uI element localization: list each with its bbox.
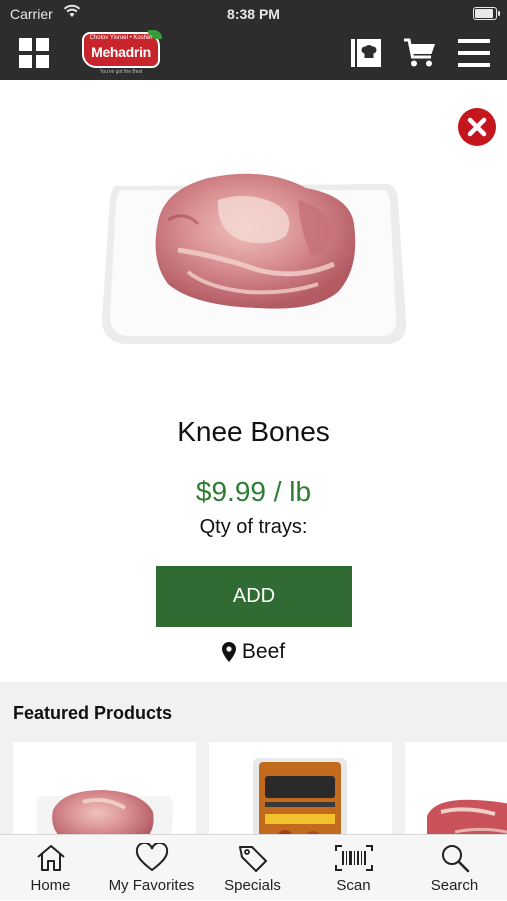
close-icon [467,117,487,137]
menu-icon[interactable] [458,38,490,68]
featured-product-card[interactable] [405,742,507,834]
featured-product-card[interactable] [13,742,196,834]
bottom-tab-bar: Home My Favorites Specials Scan Search [0,834,507,900]
heart-icon [135,843,168,872]
tab-specials[interactable]: Specials [202,835,303,901]
qty-label: Qty of trays: [199,516,308,538]
logo-tagline-top: Cholov Yisroel • Kosher [89,35,153,41]
tab-specials-label: Specials [224,877,281,894]
tab-scan[interactable]: Scan [303,835,404,901]
close-button[interactable] [458,108,496,146]
home-icon [36,845,65,871]
tab-home-label: Home [30,877,71,894]
barcode-icon [334,845,373,871]
add-button[interactable]: ADD [156,566,352,627]
product-thumbnail [427,799,507,834]
tab-my-favorites-label: My Favorites [108,877,195,894]
product-price: $9.99 / lb [195,476,312,507]
tab-my-favorites[interactable]: My Favorites [101,835,202,901]
mehadrin-logo[interactable]: Cholov Yisroel • Kosher Mehadrin You've … [82,30,162,76]
logo-tagline-bottom: You've got the Best [99,69,143,75]
cart-icon[interactable] [403,37,437,69]
grid-icon[interactable] [19,38,49,68]
featured-products-section: Featured Products [0,682,507,834]
product-category[interactable]: Beef [0,640,507,664]
product-image [102,173,407,344]
featured-products-title: Featured Products [13,703,173,723]
featured-product-card[interactable] [209,742,392,834]
map-pin-icon [221,642,236,662]
tag-icon [238,846,267,872]
tab-search-label: Search [430,877,479,894]
top-nav-bar: Cholov Yisroel • Kosher Mehadrin You've … [0,28,507,80]
search-icon [441,845,469,873]
logo-name: Mehadrin [91,44,151,60]
tab-search[interactable]: Search [404,835,505,901]
cookbook-icon[interactable] [350,38,382,68]
product-thumbnail [36,790,174,834]
product-name: Knee Bones [177,416,330,447]
tab-scan-label: Scan [336,877,371,894]
status-bar: Carrier 8:38 PM [0,0,507,28]
category-label: Beef [241,640,286,663]
product-thumbnail [253,758,347,834]
battery-icon [473,7,500,20]
tab-home[interactable]: Home [0,835,101,901]
clock: 8:38 PM [227,6,280,22]
